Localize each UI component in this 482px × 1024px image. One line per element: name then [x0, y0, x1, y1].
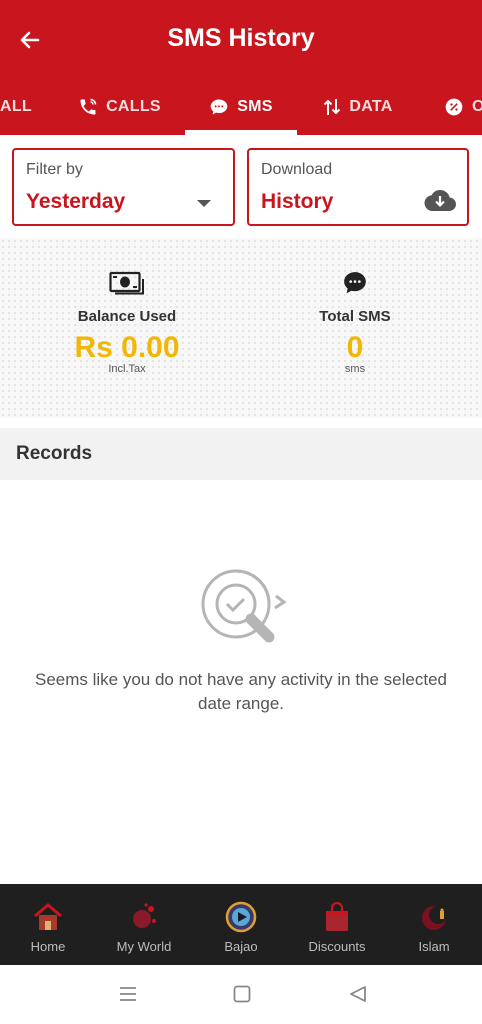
download-history-button[interactable]: Download History: [247, 148, 469, 226]
filter-label: Filter by: [26, 161, 83, 178]
tab-all-label: ALL: [0, 97, 32, 115]
records-title: Records: [16, 443, 93, 464]
tab-sms-label: SMS: [237, 97, 273, 115]
page-title: SMS History: [167, 24, 315, 52]
tab-all[interactable]: ALL: [0, 78, 36, 135]
total-sms-value: 0: [346, 331, 364, 364]
phone-icon: [78, 97, 98, 117]
my-world-icon: [129, 899, 159, 935]
home-icon: [32, 899, 64, 935]
download-label: Download: [261, 161, 333, 178]
balance-used-value: Rs 0.00: [74, 331, 180, 364]
tab-data[interactable]: DATA: [318, 78, 398, 135]
nav-discounts-label: Discounts: [308, 939, 366, 954]
active-tab-indicator: [185, 130, 297, 135]
back-triangle-icon[interactable]: [348, 984, 368, 1009]
offer-badge-icon: [444, 97, 464, 117]
tab-calls-label: CALLS: [106, 97, 161, 115]
nav-discounts[interactable]: Discounts: [289, 884, 385, 965]
menu-icon[interactable]: [118, 984, 138, 1009]
discounts-icon: [322, 899, 352, 935]
app-header: SMS History ALL CALLS SMS DATA O: [0, 0, 482, 135]
tab-data-label: DATA: [349, 97, 393, 115]
tab-offers[interactable]: O: [444, 78, 482, 135]
nav-my-world[interactable]: My World: [96, 884, 192, 965]
islam-icon: [418, 899, 450, 935]
cash-icon: [27, 268, 227, 298]
nav-islam-label: Islam: [418, 939, 450, 954]
balance-used-subtext: Incl.Tax: [108, 363, 146, 375]
nav-bajao-label: Bajao: [224, 939, 258, 954]
tab-bar: ALL CALLS SMS DATA O: [0, 78, 482, 135]
nav-home[interactable]: Home: [0, 884, 96, 965]
records-header: Records: [0, 428, 482, 480]
empty-state-message: Seems like you do not have any activity …: [34, 670, 447, 713]
nav-my-world-label: My World: [116, 939, 172, 954]
tab-offers-label: O: [472, 97, 482, 115]
nav-bajao[interactable]: Bajao: [193, 884, 289, 965]
cloud-download-icon: [423, 188, 457, 219]
filter-dropdown[interactable]: Filter by Yesterday: [12, 148, 235, 226]
tab-sms[interactable]: SMS: [185, 78, 297, 135]
sms-bubble-icon: [209, 97, 229, 117]
download-value: History: [261, 190, 334, 213]
chevron-down-icon: [197, 200, 211, 207]
nav-islam[interactable]: Islam: [386, 884, 482, 965]
nav-home-label: Home: [30, 939, 66, 954]
total-sms-subtext: sms: [344, 363, 366, 375]
total-sms-label: Total SMS: [319, 308, 391, 325]
bottom-navigation: Home My World Bajao Discounts Islam: [0, 884, 482, 965]
home-square-icon[interactable]: [232, 984, 252, 1009]
chat-bubble-icon: [255, 268, 455, 298]
total-sms-stat: Total SMS 0 sms: [255, 268, 455, 375]
data-arrows-icon: [323, 97, 341, 117]
history-search-icon: [196, 566, 288, 653]
balance-used-stat: Balance Used Rs 0.00 Incl.Tax: [27, 268, 227, 375]
tab-calls[interactable]: CALLS: [72, 78, 167, 135]
system-navigation-bar: [0, 965, 482, 1024]
bajao-icon: [225, 899, 257, 935]
balance-used-label: Balance Used: [77, 308, 177, 325]
filter-value: Yesterday: [26, 190, 126, 213]
usage-stats-panel: Balance Used Rs 0.00 Incl.Tax Total SMS …: [0, 238, 482, 418]
